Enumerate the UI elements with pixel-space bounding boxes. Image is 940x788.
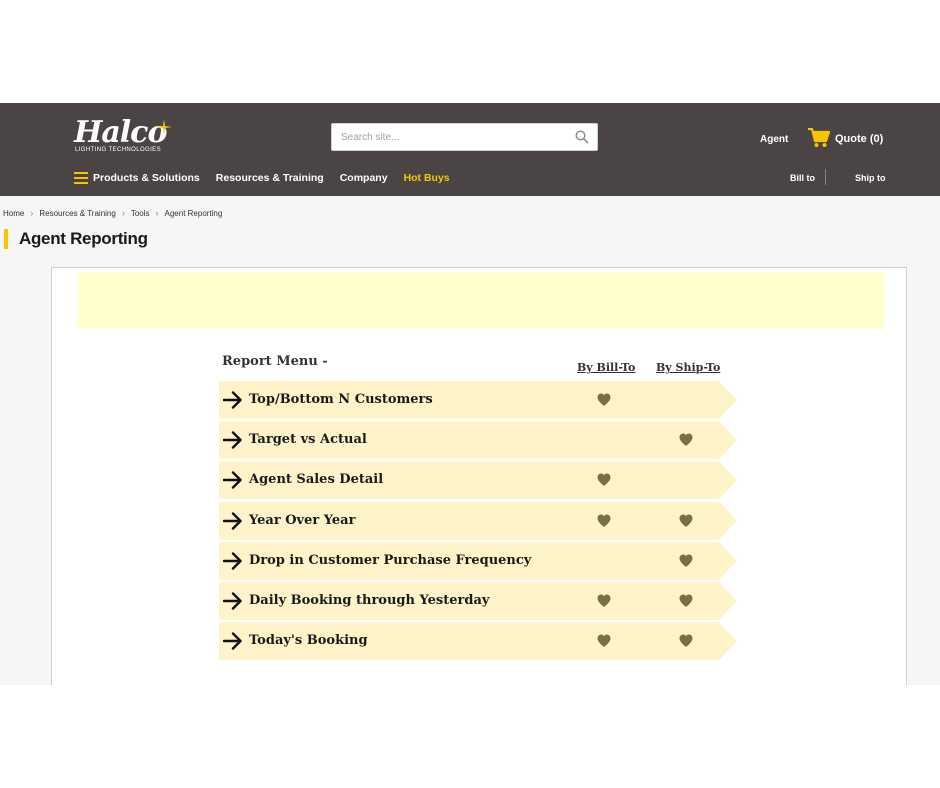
page-title: Agent Reporting: [19, 229, 148, 248]
ship-to-heart-icon: [679, 634, 693, 648]
report-row[interactable]: Year Over Year: [219, 501, 737, 540]
search-box: [331, 123, 598, 151]
ship-to-link[interactable]: Ship to: [855, 173, 886, 183]
search-icon[interactable]: [575, 130, 589, 144]
arrow-right-icon: [223, 471, 242, 490]
ship-to-heart-icon: [679, 594, 693, 607]
ship-to-heart-icon: [679, 554, 693, 567]
logo-star-icon: [156, 119, 172, 135]
nav-company[interactable]: Company: [340, 172, 388, 184]
cart-icon[interactable]: [808, 128, 830, 148]
bill-to-heart-icon: [597, 514, 611, 527]
bill-to-link[interactable]: Bill to: [790, 173, 815, 183]
bill-to-heart-icon: [597, 473, 611, 487]
bill-to-heart-icon: [597, 393, 611, 406]
report-row[interactable]: Today's Booking: [219, 622, 737, 661]
breadcrumb-chevron-icon: ›: [155, 208, 159, 218]
breadcrumb-home[interactable]: Home: [3, 209, 24, 218]
arrow-right-icon: [223, 552, 242, 570]
breadcrumb-chevron-icon: ›: [121, 208, 125, 218]
main-nav: Products & Solutions Resources & Trainin…: [74, 170, 466, 186]
hamburger-menu-icon[interactable]: [74, 172, 88, 184]
logo-wordmark: Halco: [74, 115, 167, 150]
report-row-label: Today's Booking: [249, 633, 368, 649]
report-row-label: Target vs Actual: [249, 432, 367, 448]
report-row[interactable]: Drop in Customer Purchase Frequency: [219, 541, 737, 580]
report-row[interactable]: Target vs Actual: [219, 421, 737, 460]
report-row-label: Year Over Year: [249, 512, 356, 528]
report-row-label: Top/Bottom N Customers: [249, 392, 433, 407]
ship-to-heart-icon: [679, 433, 693, 447]
halco-logo[interactable]: Halco LIGHTING TECHNOLOGIES: [74, 115, 174, 159]
breadcrumb-chevron-icon: ›: [30, 208, 34, 218]
report-row[interactable]: Top/Bottom N Customers: [219, 381, 737, 419]
breadcrumb-current: Agent Reporting: [164, 208, 223, 218]
quote-label: Quote: [835, 133, 867, 145]
title-accent-bar: [4, 229, 8, 249]
column-header-ship-to[interactable]: By Ship-To: [656, 361, 720, 374]
report-row[interactable]: Agent Sales Detail: [219, 461, 737, 500]
report-menu-title: Report Menu -: [222, 354, 328, 369]
nav-products-solutions[interactable]: Products & Solutions: [93, 172, 200, 184]
report-row-label: Agent Sales Detail: [249, 472, 384, 488]
agent-link[interactable]: Agent: [760, 134, 788, 145]
ship-to-heart-icon: [679, 514, 693, 527]
arrow-right-icon: [223, 511, 242, 530]
search-input[interactable]: [332, 124, 562, 150]
column-header-bill-to[interactable]: By Bill-To: [577, 361, 635, 374]
arrow-right-icon: [223, 632, 242, 650]
notice-banner: [78, 272, 884, 328]
breadcrumb: Home › Resources & Training › Tools › Ag…: [3, 208, 222, 218]
site-header: Halco LIGHTING TECHNOLOGIES Agent Quote …: [0, 103, 940, 196]
nav-resources-training[interactable]: Resources & Training: [216, 172, 324, 184]
arrow-right-icon: [223, 391, 242, 409]
arrow-right-icon: [223, 431, 242, 449]
nav-hot-buys[interactable]: Hot Buys: [404, 172, 450, 184]
bill-to-heart-icon: [597, 594, 611, 607]
report-row-label: Drop in Customer Purchase Frequency: [249, 552, 532, 568]
bill-to-heart-icon: [597, 634, 611, 648]
quote-count: (0): [869, 133, 884, 145]
arrow-right-icon: [223, 592, 242, 610]
logo-tagline: LIGHTING TECHNOLOGIES: [75, 147, 161, 153]
report-row-label: Daily Booking through Yesterday: [249, 593, 490, 608]
report-row[interactable]: Daily Booking through Yesterday: [219, 582, 737, 620]
breadcrumb-tools[interactable]: Tools: [131, 209, 150, 218]
quote-link[interactable]: Quote (0): [835, 133, 883, 145]
breadcrumb-resources-training[interactable]: Resources & Training: [39, 209, 115, 218]
header-divider: [825, 169, 826, 185]
